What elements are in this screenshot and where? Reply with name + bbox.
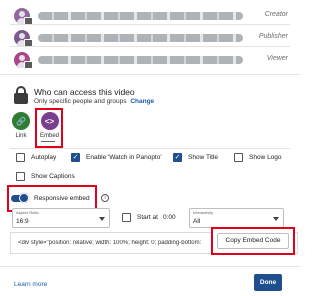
show-logo-label: Show Logo xyxy=(249,154,282,161)
show-captions-option[interactable]: Show Captions xyxy=(16,172,75,181)
aspect-ratio-value: 16:9 xyxy=(16,218,29,225)
enable-watch-label: Enable 'Watch in Panopto' xyxy=(86,154,162,161)
access-subtitle: Only specific people and groups Change xyxy=(34,98,154,105)
show-title-checkbox[interactable]: ✓ xyxy=(173,153,182,162)
start-at-label: Start at xyxy=(137,214,158,221)
chevron-down-icon xyxy=(273,217,279,221)
interactivity-label: Interactivity xyxy=(193,210,214,215)
autoplay-label: Autoplay xyxy=(31,154,57,161)
divider xyxy=(10,46,290,47)
start-at-value: 0:00 xyxy=(163,214,176,221)
done-button[interactable]: Done xyxy=(254,274,282,291)
link-icon: 🔗 xyxy=(12,112,30,130)
aspect-ratio-select[interactable]: Aspect Ratio 16:9 xyxy=(12,208,110,228)
user-avatar xyxy=(14,52,33,69)
copy-embed-code-button[interactable]: Copy Embed Code xyxy=(217,233,289,249)
start-at-input[interactable]: 0:00 xyxy=(160,208,188,228)
autoplay-option[interactable]: Autoplay xyxy=(16,153,56,162)
show-logo-checkbox[interactable] xyxy=(234,153,243,162)
divider xyxy=(0,266,300,267)
autoplay-checkbox[interactable] xyxy=(16,153,25,162)
interactivity-value: All xyxy=(193,218,201,225)
divider xyxy=(0,74,300,75)
responsive-embed-toggle[interactable] xyxy=(11,193,29,203)
redacted-user-name xyxy=(38,34,243,42)
user-row-publisher: Publisher xyxy=(0,30,300,54)
user-row-creator: Creator xyxy=(0,8,300,32)
user-avatar xyxy=(14,30,33,47)
share-option-label: Link xyxy=(15,133,27,139)
interactivity-select[interactable]: Interactivity All xyxy=(189,208,284,228)
access-level: Only specific people and groups xyxy=(34,98,127,105)
group-badge-icon xyxy=(24,61,33,69)
redacted-user-name xyxy=(38,12,243,20)
redacted-user-name xyxy=(38,56,243,64)
start-at-checkbox[interactable] xyxy=(122,213,131,222)
share-option-embed[interactable]: <> Embed xyxy=(40,112,59,139)
responsive-embed-label: Responsive embed xyxy=(34,195,90,202)
embed-code-icon: <> xyxy=(40,112,59,130)
share-option-label: Embed xyxy=(40,133,60,139)
change-access-link[interactable]: Change xyxy=(130,98,154,105)
user-avatar xyxy=(14,8,33,25)
show-logo-option[interactable]: Show Logo xyxy=(234,153,282,162)
learn-more-link[interactable]: Learn more xyxy=(14,281,47,288)
selected-tab-indicator xyxy=(41,141,55,142)
show-title-label: Show Title xyxy=(188,154,218,161)
user-row-viewer: Viewer xyxy=(0,52,300,76)
divider xyxy=(10,148,290,149)
user-role[interactable]: Creator xyxy=(265,11,288,18)
divider xyxy=(10,24,290,25)
share-option-link[interactable]: 🔗 Link xyxy=(12,112,30,139)
lock-icon xyxy=(14,86,28,104)
start-at-option[interactable]: Start at xyxy=(122,213,158,222)
show-captions-label: Show Captions xyxy=(31,173,75,180)
copy-embed-highlight: Copy Embed Code xyxy=(211,227,295,255)
chevron-down-icon xyxy=(99,217,105,221)
access-title: Who can access this video xyxy=(34,87,135,97)
aspect-ratio-label: Aspect Ratio xyxy=(16,210,39,215)
user-role[interactable]: Viewer xyxy=(267,55,288,62)
info-icon[interactable]: i xyxy=(101,194,109,202)
show-title-option[interactable]: ✓ Show Title xyxy=(173,153,218,162)
user-role[interactable]: Publisher xyxy=(259,33,288,40)
enable-watch-option[interactable]: ✓ Enable 'Watch in Panopto' xyxy=(71,153,162,162)
enable-watch-checkbox[interactable]: ✓ xyxy=(71,153,80,162)
embed-code-text: <div style="position: relative; width: 1… xyxy=(18,240,202,246)
show-captions-checkbox[interactable] xyxy=(16,172,25,181)
